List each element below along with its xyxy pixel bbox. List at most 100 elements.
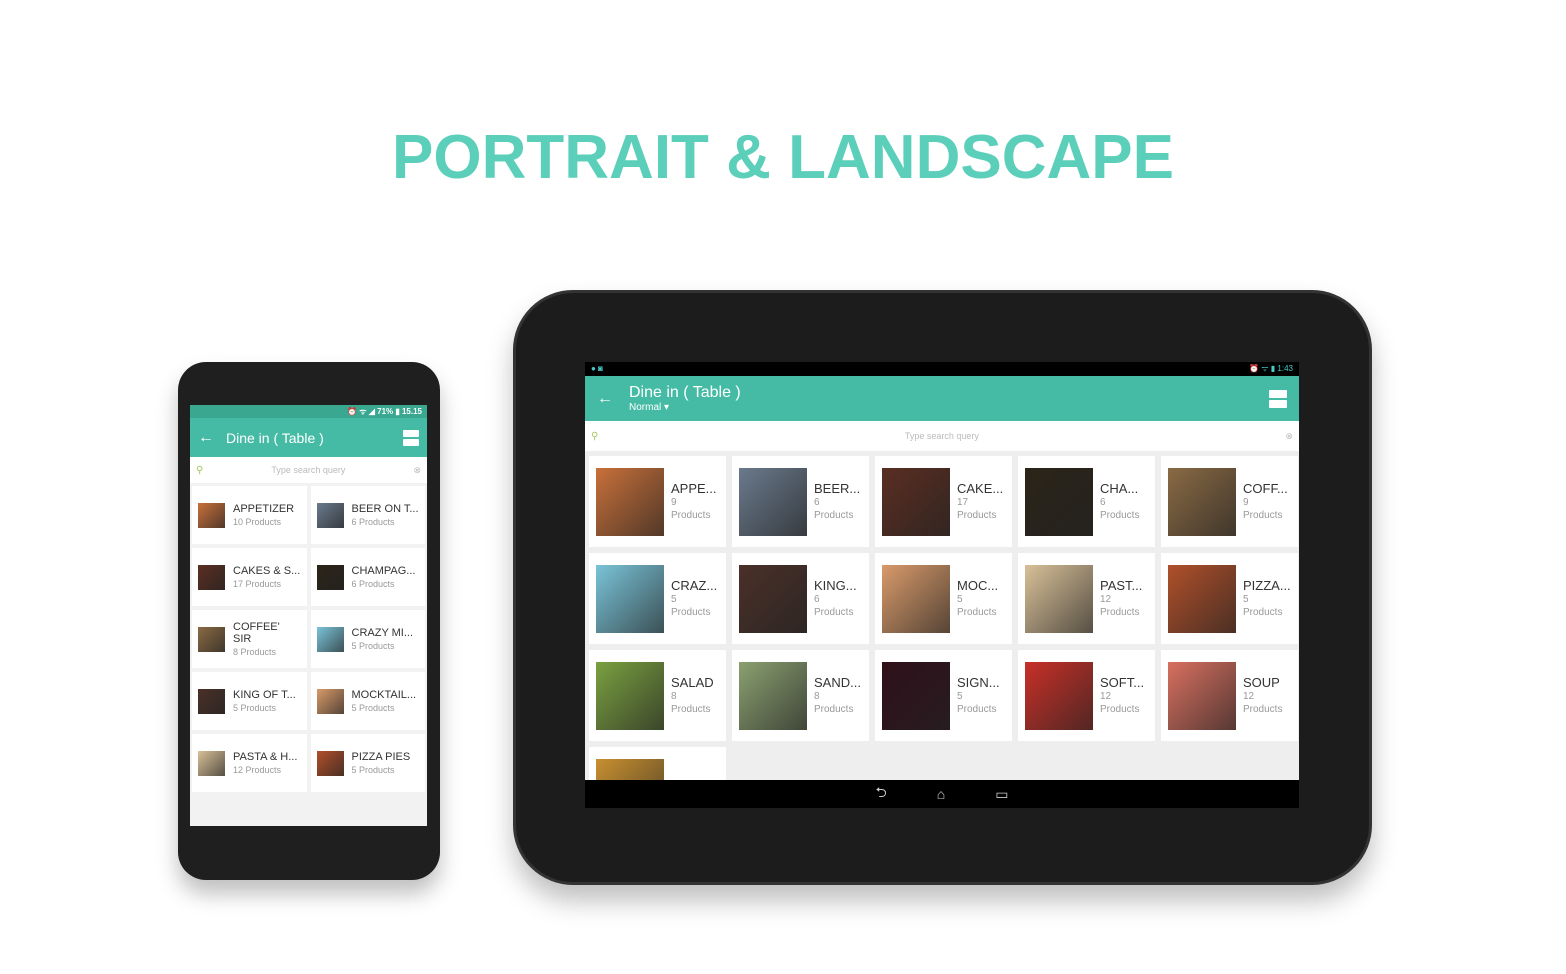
category-image	[316, 564, 344, 590]
product-count: 8 Products	[233, 647, 277, 657]
category-card[interactable]: APPE... 9 Products	[589, 456, 726, 547]
product-count: 12	[1100, 594, 1112, 605]
category-image	[1168, 564, 1236, 633]
category-image	[596, 564, 664, 633]
category-card[interactable]: CHA... 6 Products	[1018, 456, 1155, 547]
app-bar: ← Dine in ( Table ) Normal ▾	[585, 376, 1299, 421]
back-arrow-icon[interactable]: ←	[597, 390, 613, 408]
products-label: Products	[1100, 510, 1140, 521]
status-left: ● ◙	[591, 364, 603, 373]
home-nav-icon[interactable]: ⌂	[937, 786, 945, 802]
category-card[interactable]: BEER... 6 Products	[732, 456, 869, 547]
category-card[interactable]: CHAMPAG... 6 Products	[310, 548, 425, 606]
category-name: SOFT...	[1100, 675, 1145, 690]
category-name: PIZZA PIES	[351, 751, 411, 763]
category-card[interactable]: PASTA & H... 12 Products	[192, 734, 307, 792]
category-card[interactable]: PIZZA PIES 5 Products	[310, 734, 425, 792]
category-image	[1025, 564, 1093, 633]
category-card[interactable]: BEER ON T... 6 Products	[310, 486, 425, 544]
product-count: 8	[671, 691, 677, 702]
category-card[interactable]: SALAD 8 Products	[589, 650, 726, 741]
products-label: Products	[957, 510, 997, 521]
product-count: 8	[814, 691, 820, 702]
category-card[interactable]: CAKES & S... 17 Products	[192, 548, 307, 606]
product-count: 5 Products	[233, 703, 277, 713]
category-name: KING...	[814, 578, 857, 593]
product-count: 10 Products	[233, 517, 282, 527]
products-label: Products	[1100, 607, 1140, 618]
order-type-dropdown[interactable]: Normal ▾	[629, 402, 1269, 413]
category-image	[1025, 661, 1093, 730]
category-card[interactable]: APPETIZER 10 Products	[192, 486, 307, 544]
back-nav-icon[interactable]: ⮌	[876, 782, 887, 806]
category-image	[1168, 467, 1236, 536]
category-name: CAKES & S...	[233, 565, 301, 577]
search-bar[interactable]: ⚲ Type search query ⊗	[190, 457, 427, 483]
products-label: Products	[1100, 704, 1140, 715]
search-input[interactable]: Type search query	[203, 465, 413, 475]
category-image	[882, 467, 950, 536]
category-name: COFFEE' SIR	[233, 621, 280, 645]
products-label: Products	[1243, 607, 1283, 618]
category-card[interactable]: SOFT... 12 Products	[1018, 650, 1155, 741]
category-card[interactable]: COFF... 9 Products	[1161, 456, 1298, 547]
product-count: 12 Products	[233, 765, 282, 775]
clear-icon[interactable]: ⊗	[1285, 431, 1293, 442]
category-card[interactable]: SOUP 12 Products	[1161, 650, 1298, 741]
category-name: PASTA & H...	[233, 751, 298, 763]
product-count: 6	[1100, 497, 1106, 508]
products-label: Products	[671, 704, 711, 715]
back-arrow-icon[interactable]: ←	[198, 429, 214, 447]
clear-icon[interactable]: ⊗	[413, 465, 421, 476]
product-count: 5 Products	[351, 765, 395, 775]
category-card[interactable]: MOC... 5 Products	[875, 553, 1012, 644]
category-image	[882, 564, 950, 633]
category-card[interactable]: CAKE... 17 Products	[875, 456, 1012, 547]
tablet-screen: ● ◙ ⏰ ᯤ ▮ 1:43 ← Dine in ( Table ) Normal…	[585, 362, 1299, 808]
product-count: 6	[814, 497, 820, 508]
category-card[interactable]: KING OF T... 5 Products	[192, 672, 307, 730]
search-bar[interactable]: ⚲ Type search query ⊗	[585, 421, 1299, 451]
category-card[interactable]: MOCKTAIL... 5 Products	[310, 672, 425, 730]
category-card[interactable]: PIZZA... 5 Products	[1161, 553, 1298, 644]
category-name: PIZZA...	[1243, 578, 1291, 593]
layout-toggle-icon[interactable]	[1269, 389, 1287, 408]
category-card[interactable]: SIGN... 5 Products	[875, 650, 1012, 741]
category-image	[198, 502, 225, 528]
category-grid: APPETIZER 10 Products BEER ON T... 6 Produc…	[190, 483, 427, 795]
tablet-device: ● ◙ ⏰ ᯤ ▮ 1:43 ← Dine in ( Table ) Normal…	[513, 290, 1372, 885]
product-count: 6 Products	[351, 517, 395, 527]
category-image	[316, 750, 344, 776]
category-name: KING OF T...	[233, 689, 296, 701]
category-name: SIGN...	[957, 675, 1000, 690]
category-card[interactable]: COFFEE' SIR 8 Products	[192, 610, 307, 668]
category-name: CHA...	[1100, 481, 1139, 496]
phone-device: ⏰ ᯤ ◢ 71% ▮ 15.15 ← Dine in ( Table ) ⚲ …	[178, 362, 440, 880]
product-count: 5	[957, 594, 963, 605]
category-image	[596, 467, 664, 536]
category-card[interactable]: PAST... 12 Products	[1018, 553, 1155, 644]
products-label: Products	[814, 704, 854, 715]
category-image	[1168, 661, 1236, 730]
products-label: Products	[1243, 704, 1283, 715]
recents-nav-icon[interactable]: ▭	[995, 786, 1008, 803]
category-name: CAKE...	[957, 481, 1004, 496]
category-name: SALAD	[671, 675, 714, 690]
category-image	[882, 661, 950, 730]
search-input[interactable]: Type search query	[598, 431, 1285, 441]
product-count: 6 Products	[351, 579, 395, 589]
category-card[interactable]: SAND... 8 Products	[732, 650, 869, 741]
layout-toggle-icon[interactable]	[403, 429, 419, 446]
category-name: MOC...	[957, 578, 999, 593]
category-name: BEER ON T...	[351, 503, 419, 515]
category-card[interactable]: CRAZY MI... 5 Products	[310, 610, 425, 668]
category-image	[316, 626, 344, 652]
nav-bar: ⮌ ⌂ ▭	[585, 780, 1299, 808]
search-icon: ⚲	[591, 430, 599, 442]
product-count: 5	[1243, 594, 1249, 605]
status-bar: ⏰ ᯤ ◢ 71% ▮ 15.15	[190, 405, 427, 418]
product-count: 9	[1243, 497, 1249, 508]
category-card[interactable]: CRAZ... 5 Products	[589, 553, 726, 644]
category-card[interactable]: KING... 6 Products	[732, 553, 869, 644]
products-label: Products	[671, 607, 711, 618]
